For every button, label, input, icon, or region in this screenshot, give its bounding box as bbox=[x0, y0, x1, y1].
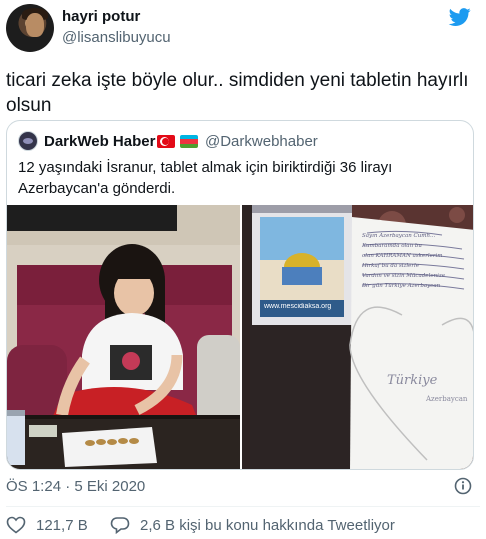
letter-line: Kumbaramda olan bu bbox=[362, 243, 422, 249]
twitter-bird-icon[interactable] bbox=[448, 6, 472, 28]
quoted-author-name: DarkWeb Haber bbox=[44, 133, 156, 150]
quoted-author-handle: @Darkwebhaber bbox=[205, 133, 318, 150]
letter-line: olan KAHRAMAN askerlerim bbox=[362, 253, 443, 259]
letter-heart-label-2: Azerbaycan bbox=[426, 395, 468, 403]
letter-line: Sayın Azerbaycan Cumh... bbox=[362, 233, 436, 239]
letter-text: Sayın Azerbaycan Cumh... Kumbaramda olan… bbox=[362, 231, 467, 291]
author-name[interactable]: hayri potur bbox=[62, 8, 140, 25]
author-avatar[interactable] bbox=[6, 4, 54, 52]
photo-girl-counting-coins[interactable] bbox=[7, 205, 240, 469]
info-icon[interactable] bbox=[454, 477, 472, 495]
letter-heart-label: Türkiye bbox=[387, 373, 438, 388]
turkey-flag-icon bbox=[157, 135, 175, 148]
can-url-text: www.mescidiaksa.org bbox=[264, 303, 332, 310]
tweet-card: hayri potur @lisanslibuyucu ticari zeka … bbox=[0, 0, 486, 539]
quoted-text: 12 yaşındaki İsranur, tablet almak için … bbox=[18, 159, 393, 197]
speech-bubble-icon[interactable] bbox=[110, 516, 130, 534]
azerbaijan-flag-icon bbox=[180, 135, 198, 148]
talking-count[interactable]: 2,6 B kişi bu konu hakkında Tweetliyor bbox=[140, 517, 395, 534]
letter-line: Vardım ve sizin Mücadelenize bbox=[362, 273, 446, 279]
author-handle[interactable]: @lisanslibuyucu bbox=[62, 29, 171, 46]
tweet-text: ticari zeka işte böyle olur.. simdiden y… bbox=[6, 70, 469, 116]
avatar-face bbox=[26, 13, 44, 37]
tweet-timestamp[interactable]: ÖS 1:24 · 5 Eki 2020 bbox=[6, 478, 145, 495]
letter-line: Hirkaf bu da sizlerle bbox=[362, 263, 420, 269]
quoted-author-avatar bbox=[18, 131, 38, 151]
heart-icon[interactable] bbox=[6, 516, 26, 534]
photo-girl-illustration bbox=[7, 205, 240, 469]
letter-line: Bir gün Türkiye Azerbaycan bbox=[362, 283, 441, 289]
quoted-tweet[interactable]: DarkWeb Haber @Darkwebhaber 12 yaşındaki… bbox=[6, 120, 474, 470]
photo-can-and-letter[interactable]: www.mescidiaksa.org Türkiye Azerbaycan S… bbox=[242, 205, 473, 469]
like-count[interactable]: 121,7 B bbox=[36, 517, 88, 534]
divider bbox=[6, 506, 480, 507]
